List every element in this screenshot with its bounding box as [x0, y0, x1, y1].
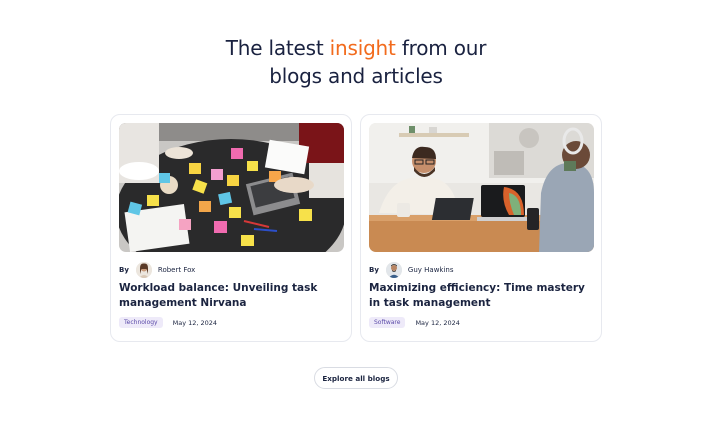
post-date: May 12, 2024 [415, 318, 460, 327]
blog-thumbnail[interactable] [119, 123, 344, 252]
blog-card[interactable]: By Guy Hawkins Maximizing efficiency: Ti… [360, 114, 602, 342]
post-title[interactable]: Workload balance: Unveiling task managem… [119, 281, 345, 311]
heading-suffix: from our [395, 36, 487, 60]
author-name[interactable]: Guy Hawkins [408, 266, 454, 274]
blog-card[interactable]: By Robert Fox Workload balance: Unveilin… [110, 114, 352, 342]
category-badge[interactable]: Software [369, 317, 406, 328]
post-title[interactable]: Maximizing efficiency: Time mastery in t… [369, 281, 595, 311]
post-meta: Software May 12, 2024 [369, 317, 460, 328]
avatar [135, 262, 152, 278]
by-label: By [369, 266, 379, 274]
heading-prefix: The latest [225, 36, 330, 60]
author-name[interactable]: Robert Fox [158, 266, 195, 274]
post-meta: Technology May 12, 2024 [119, 317, 217, 328]
heading-accent-word: insight [329, 36, 396, 60]
category-badge[interactable]: Technology [119, 317, 163, 328]
explore-all-blogs-button[interactable]: Explore all blogs [314, 367, 398, 389]
heading-line2: blogs and articles [269, 64, 443, 88]
by-label: By [119, 266, 129, 274]
post-author: By Guy Hawkins [369, 260, 454, 280]
post-date: May 12, 2024 [172, 318, 218, 327]
blog-thumbnail[interactable] [369, 123, 594, 252]
post-author: By Robert Fox [119, 260, 195, 280]
section-heading: The latest insight from our blogs and ar… [0, 34, 712, 90]
avatar [385, 262, 402, 278]
